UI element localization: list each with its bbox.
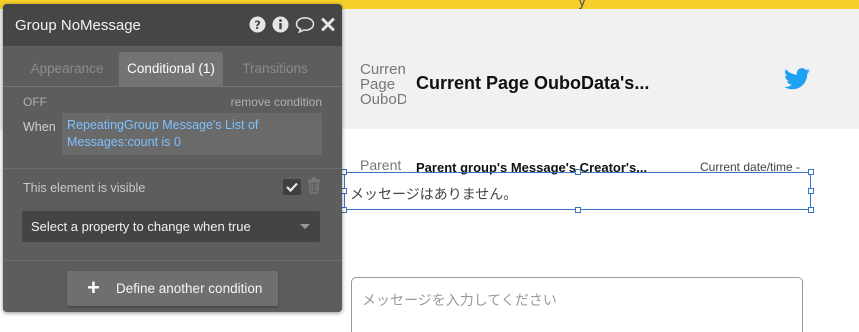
- define-button-label: Define another condition: [116, 281, 263, 296]
- resize-handle-tc[interactable]: [575, 169, 581, 175]
- property-select-label: Select a property to change when true: [31, 219, 251, 234]
- property-select-dropdown[interactable]: Select a property to change when true: [22, 211, 320, 242]
- info-icon[interactable]: [272, 16, 289, 33]
- conditional-content: OFF remove condition When RepeatingGroup…: [3, 86, 342, 312]
- resize-handle-bc[interactable]: [575, 207, 581, 213]
- resize-handle-mr[interactable]: [808, 188, 814, 194]
- no-message-text[interactable]: メッセージはありません。: [350, 184, 517, 204]
- property-editor-panel: Group NoMessage ? Appearance Conditional…: [3, 4, 342, 312]
- tab-conditional[interactable]: Conditional (1): [119, 52, 223, 86]
- panel-header[interactable]: Group NoMessage ?: [3, 4, 342, 46]
- tab-appearance[interactable]: Appearance: [17, 52, 117, 86]
- plus-icon: +: [87, 275, 100, 300]
- message-input-placeholder: メッセージを入力してください: [362, 293, 557, 309]
- page-title[interactable]: Current Page OuboData's...: [416, 73, 649, 94]
- panel-title: Group NoMessage: [15, 17, 141, 34]
- chevron-down-icon: [300, 224, 310, 229]
- visible-checkbox[interactable]: [283, 179, 301, 195]
- remove-condition-link[interactable]: remove condition: [231, 95, 322, 109]
- section-divider: [3, 260, 342, 261]
- condition-expression[interactable]: RepeatingGroup Message's List of Message…: [62, 113, 322, 155]
- when-label: When: [23, 120, 56, 134]
- panel-tabs: Appearance Conditional (1) Transitions: [3, 52, 342, 86]
- visible-property-label: This element is visible: [23, 181, 146, 195]
- section-divider: [3, 168, 342, 169]
- resize-handle-tr[interactable]: [808, 169, 814, 175]
- trash-icon[interactable]: [307, 177, 321, 194]
- condition-state-label: OFF: [23, 95, 47, 109]
- resize-handle-br[interactable]: [808, 207, 814, 213]
- define-another-condition-button[interactable]: + Define another condition: [67, 271, 278, 306]
- message-input[interactable]: メッセージを入力してください: [351, 277, 803, 332]
- close-icon[interactable]: [321, 16, 335, 33]
- comment-icon[interactable]: [295, 16, 315, 33]
- check-icon: [286, 182, 298, 193]
- svg-text:?: ?: [254, 18, 261, 32]
- tab-transitions[interactable]: Transitions: [225, 52, 325, 86]
- twitter-icon[interactable]: [784, 68, 810, 90]
- help-icon[interactable]: ?: [249, 16, 266, 33]
- page-image-alt-text: Current Page OuboData's: [360, 62, 406, 106]
